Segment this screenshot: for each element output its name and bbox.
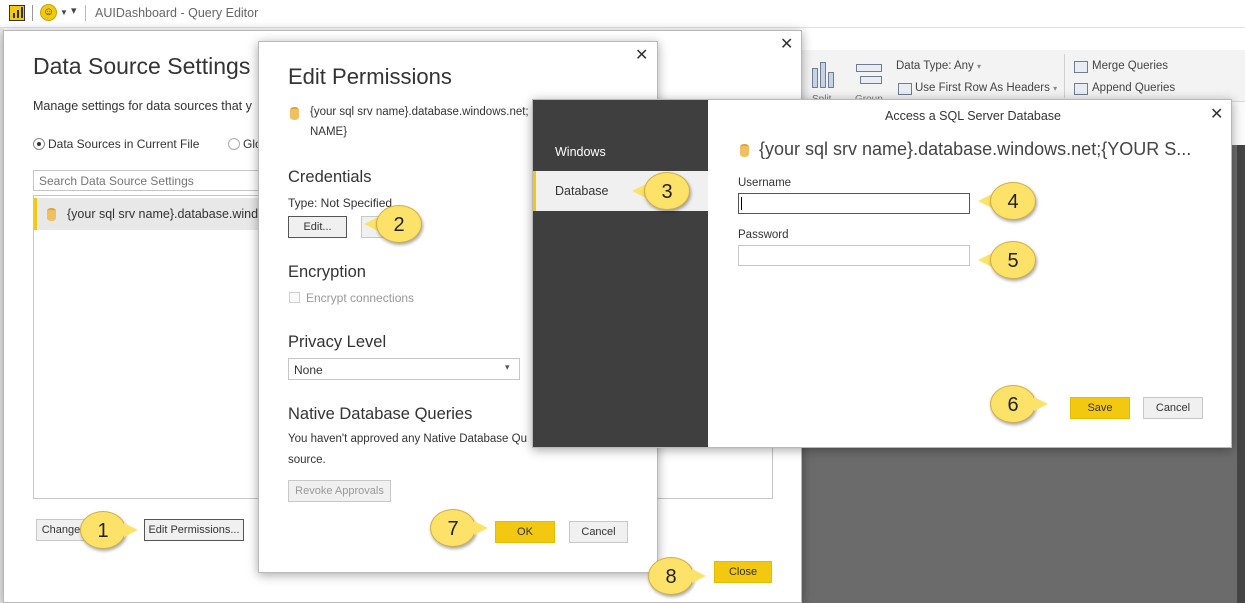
data-source-path-line2: NAME} — [310, 126, 348, 138]
data-source-path-line1: {your sql srv name}.database.windows.net… — [310, 106, 529, 118]
window-title: AUIDashboard - Query Editor — [95, 6, 259, 20]
username-input[interactable] — [738, 193, 970, 214]
dialog-title: Data Source Settings — [33, 53, 251, 79]
callout-badge: 3 — [644, 172, 690, 210]
privacy-level-select[interactable]: None ▾ — [288, 358, 520, 380]
revoke-approvals-button[interactable]: Revoke Approvals — [288, 480, 391, 502]
search-input[interactable] — [33, 170, 263, 191]
window-titlebar: ☺ ▼ ▾ AUIDashboard - Query Editor — [0, 0, 1245, 28]
encrypt-label: Encrypt connections — [306, 291, 415, 305]
cancel-button[interactable]: Cancel — [569, 521, 628, 543]
username-label: Username — [738, 177, 792, 189]
credentials-heading: Credentials — [288, 168, 372, 186]
smiley-feedback-icon[interactable]: ☺ — [40, 4, 57, 21]
sql-server-access-dialog: Windows Database Access a SQL Server Dat… — [532, 99, 1232, 448]
titlebar-separator — [32, 5, 33, 21]
dialog-title: Access a SQL Server Database — [885, 109, 1062, 123]
radio-current-file[interactable] — [33, 138, 45, 150]
ok-button[interactable]: OK — [495, 521, 555, 543]
close-icon[interactable]: ✕ — [1210, 107, 1223, 123]
callout-pointer — [1034, 397, 1048, 411]
close-icon[interactable]: ✕ — [635, 48, 648, 64]
dialog-title: Edit Permissions — [288, 64, 452, 89]
first-row-headers-icon — [898, 83, 912, 95]
callout-badge: 2 — [376, 205, 422, 243]
callout-badge: 7 — [430, 509, 476, 547]
query-settings-strip — [1237, 145, 1245, 603]
encryption-heading: Encryption — [288, 263, 366, 281]
close-icon[interactable]: ✕ — [780, 37, 793, 53]
callout-pointer — [124, 523, 138, 537]
text-cursor — [741, 197, 742, 210]
callout-pointer — [474, 521, 488, 535]
edit-permissions-button[interactable]: Edit Permissions... — [144, 519, 244, 541]
merge-queries-button[interactable]: Merge Queries — [1092, 60, 1168, 72]
privacy-level-value: None — [294, 363, 323, 377]
auth-method-nav: Windows Database — [533, 100, 708, 447]
database-icon — [290, 107, 299, 120]
data-type-chevron-icon: ▾ — [977, 62, 982, 71]
ribbon-transform-group: Split Group Data Type: Any ▾ Use First R… — [800, 50, 1245, 105]
radio-current-file-label[interactable]: Data Sources in Current File — [48, 137, 199, 151]
edit-credentials-button[interactable]: Edit... — [288, 216, 347, 238]
merge-queries-icon — [1074, 61, 1088, 73]
quick-access-customize-icon[interactable]: ▾ — [71, 4, 77, 17]
password-label: Password — [738, 229, 789, 241]
callout-badge: 1 — [80, 511, 126, 549]
append-queries-icon — [1074, 83, 1088, 95]
titlebar-divider — [85, 5, 86, 21]
radio-selected-dot — [37, 142, 41, 146]
native-queries-text-line1: You haven't approved any Native Database… — [288, 433, 527, 445]
password-input[interactable] — [738, 245, 970, 266]
split-column-icon[interactable] — [810, 60, 836, 90]
append-queries-button[interactable]: Append Queries — [1092, 82, 1175, 94]
callout-badge: 8 — [648, 557, 694, 595]
change-source-button[interactable]: Change — [36, 519, 86, 541]
feedback-dropdown-icon[interactable]: ▼ — [60, 8, 68, 17]
database-icon — [47, 208, 56, 221]
callout-pointer — [692, 569, 706, 583]
radio-global[interactable] — [228, 138, 240, 150]
first-row-headers-chevron-icon: ▾ — [1053, 84, 1058, 93]
nav-windows[interactable]: Windows — [555, 145, 606, 159]
callout-badge: 5 — [990, 241, 1036, 279]
cancel-button[interactable]: Cancel — [1143, 397, 1203, 419]
close-button[interactable]: Close — [714, 561, 772, 583]
data-source-name: {your sql srv name}.database.windo — [67, 207, 266, 221]
nav-database-label: Database — [555, 184, 609, 198]
group-by-icon[interactable] — [856, 64, 886, 88]
encrypt-checkbox[interactable] — [289, 292, 300, 303]
callout-badge: 6 — [990, 385, 1036, 423]
list-item[interactable]: {your sql srv name}.database.windo — [34, 198, 266, 230]
data-type-dropdown[interactable]: Data Type: Any ▾ — [896, 60, 981, 72]
powerbi-app-icon — [9, 5, 25, 21]
first-row-headers-button[interactable]: Use First Row As Headers ▾ — [915, 82, 1057, 94]
first-row-headers-label: Use First Row As Headers — [915, 82, 1050, 94]
native-queries-text-line2: source. — [288, 454, 326, 466]
credentials-type: Type: Not Specified — [288, 196, 393, 210]
database-icon — [740, 144, 749, 157]
chevron-down-icon: ▾ — [505, 362, 510, 372]
dialog-description: Manage settings for data sources that y — [33, 99, 252, 113]
server-name: {your sql srv name}.database.windows.net… — [759, 139, 1192, 159]
save-button[interactable]: Save — [1070, 397, 1130, 419]
native-queries-heading: Native Database Queries — [288, 405, 473, 423]
ribbon-group-divider — [1064, 54, 1065, 98]
data-type-label: Data Type: Any — [896, 60, 974, 72]
callout-badge: 4 — [990, 182, 1036, 220]
privacy-heading: Privacy Level — [288, 333, 387, 351]
